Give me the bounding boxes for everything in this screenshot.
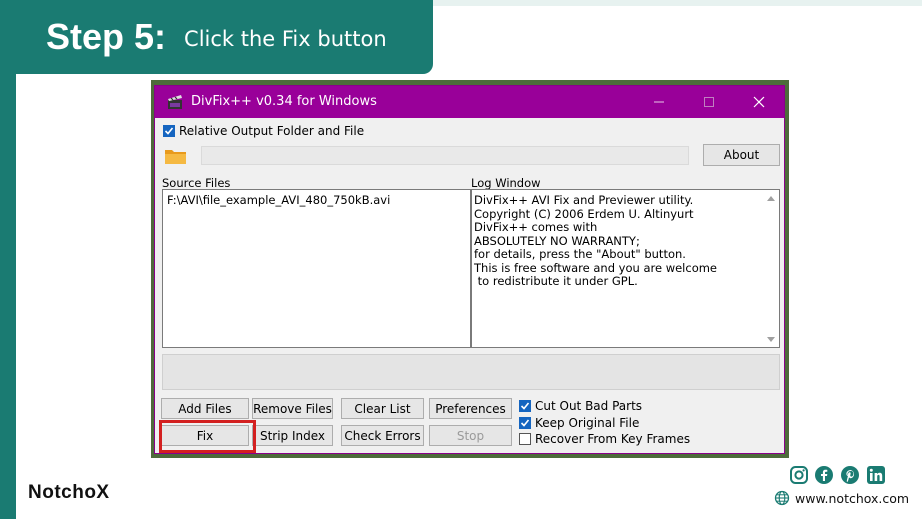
- folder-icon[interactable]: [164, 147, 188, 165]
- step-number: Step 5:: [46, 16, 167, 57]
- window-title: DivFix++ v0.34 for Windows: [191, 94, 377, 109]
- minimize-icon: [654, 101, 664, 103]
- brand-logo: NotchoX: [28, 482, 110, 503]
- log-line: This is free software and you are welcom…: [474, 260, 718, 275]
- log-scrollbar[interactable]: [765, 194, 777, 344]
- step-banner: Step 5: Click the Fix button: [0, 0, 433, 74]
- source-files-list[interactable]: F:\AVI\file_example_AVI_480_750kB.avi: [162, 189, 471, 348]
- scroll-down-icon[interactable]: [765, 334, 777, 344]
- log-line: to redistribute it under GPL.: [474, 274, 638, 288]
- instagram-icon[interactable]: [789, 465, 809, 485]
- close-icon: [753, 96, 765, 108]
- pinterest-icon[interactable]: [840, 465, 860, 485]
- maximize-icon: [704, 97, 714, 107]
- scroll-up-icon[interactable]: [765, 194, 777, 204]
- maximize-button[interactable]: [685, 86, 733, 118]
- checkmark-icon: [164, 127, 174, 135]
- cut-out-bad-parts-checkbox[interactable]: [519, 400, 531, 412]
- preferences-button[interactable]: Preferences: [429, 398, 512, 419]
- stop-label: Stop: [456, 428, 485, 443]
- globe-icon: [774, 490, 790, 506]
- log-line: for details, press the "About" button.: [474, 247, 686, 261]
- check-errors-label: Check Errors: [344, 428, 421, 443]
- about-button[interactable]: About: [703, 144, 780, 166]
- about-label: About: [723, 148, 760, 162]
- website-text: www.notchox.com: [795, 490, 910, 506]
- strip-index-label: Strip Index: [259, 428, 326, 443]
- cut-out-bad-parts-option[interactable]: Cut Out Bad Parts: [519, 399, 642, 413]
- log-line: Copyright (C) 2006 Erdem U. Altinyurt: [474, 206, 694, 221]
- fix-label: Fix: [196, 428, 214, 443]
- add-files-label: Add Files: [178, 401, 232, 416]
- keep-original-file-label: Keep Original File: [535, 416, 640, 430]
- strip-index-button[interactable]: Strip Index: [252, 425, 333, 446]
- progress-area: [162, 354, 780, 390]
- keep-original-file-option[interactable]: Keep Original File: [519, 416, 639, 430]
- divfix-window: DivFix++ v0.34 for Windows Relative Outp…: [154, 85, 785, 454]
- log-line: ABSOLUTELY NO WARRANTY;: [474, 233, 640, 248]
- relative-output-checkbox[interactable]: [163, 125, 175, 137]
- film-clapper-icon: [168, 95, 182, 109]
- checkmark-icon: [520, 419, 530, 427]
- linkedin-icon[interactable]: [866, 465, 886, 485]
- remove-files-button[interactable]: Remove Files: [252, 398, 333, 419]
- step-instruction: Click the Fix button: [184, 27, 387, 51]
- log-window[interactable]: DivFix++ AVI Fix and Previewer utility. …: [471, 189, 780, 348]
- clear-list-button[interactable]: Clear List: [341, 398, 424, 419]
- log-line: DivFix++ AVI Fix and Previewer utility.: [474, 193, 694, 207]
- close-button[interactable]: [735, 86, 783, 118]
- left-accent-bar: [0, 0, 16, 519]
- recover-from-key-frames-option[interactable]: Recover From Key Frames: [519, 432, 690, 446]
- source-files-label: Source Files: [162, 176, 231, 190]
- relative-output-option[interactable]: Relative Output Folder and File: [163, 124, 364, 138]
- fix-button[interactable]: Fix: [161, 425, 249, 446]
- screenshot-frame: DivFix++ v0.34 for Windows Relative Outp…: [151, 80, 789, 458]
- website-link[interactable]: www.notchox.com: [774, 490, 909, 506]
- log-window-label: Log Window: [471, 176, 541, 190]
- output-path-field[interactable]: [201, 146, 689, 165]
- log-line: DivFix++ comes with: [474, 220, 598, 234]
- check-errors-button[interactable]: Check Errors: [341, 425, 424, 446]
- stop-button[interactable]: Stop: [429, 425, 512, 446]
- list-item[interactable]: F:\AVI\file_example_AVI_480_750kB.avi: [167, 193, 466, 207]
- checkmark-icon: [520, 402, 530, 410]
- add-files-button[interactable]: Add Files: [161, 398, 249, 419]
- minimize-button[interactable]: [635, 86, 683, 118]
- facebook-icon[interactable]: [814, 465, 834, 485]
- remove-files-label: Remove Files: [253, 401, 332, 416]
- keep-original-file-checkbox[interactable]: [519, 417, 531, 429]
- preferences-label: Preferences: [435, 401, 506, 416]
- recover-from-key-frames-checkbox[interactable]: [519, 433, 531, 445]
- clear-list-label: Clear List: [354, 401, 411, 416]
- title-bar[interactable]: DivFix++ v0.34 for Windows: [155, 86, 784, 118]
- cut-out-bad-parts-label: Cut Out Bad Parts: [535, 399, 643, 413]
- relative-output-label: Relative Output Folder and File: [179, 124, 365, 138]
- recover-from-key-frames-label: Recover From Key Frames: [535, 432, 691, 446]
